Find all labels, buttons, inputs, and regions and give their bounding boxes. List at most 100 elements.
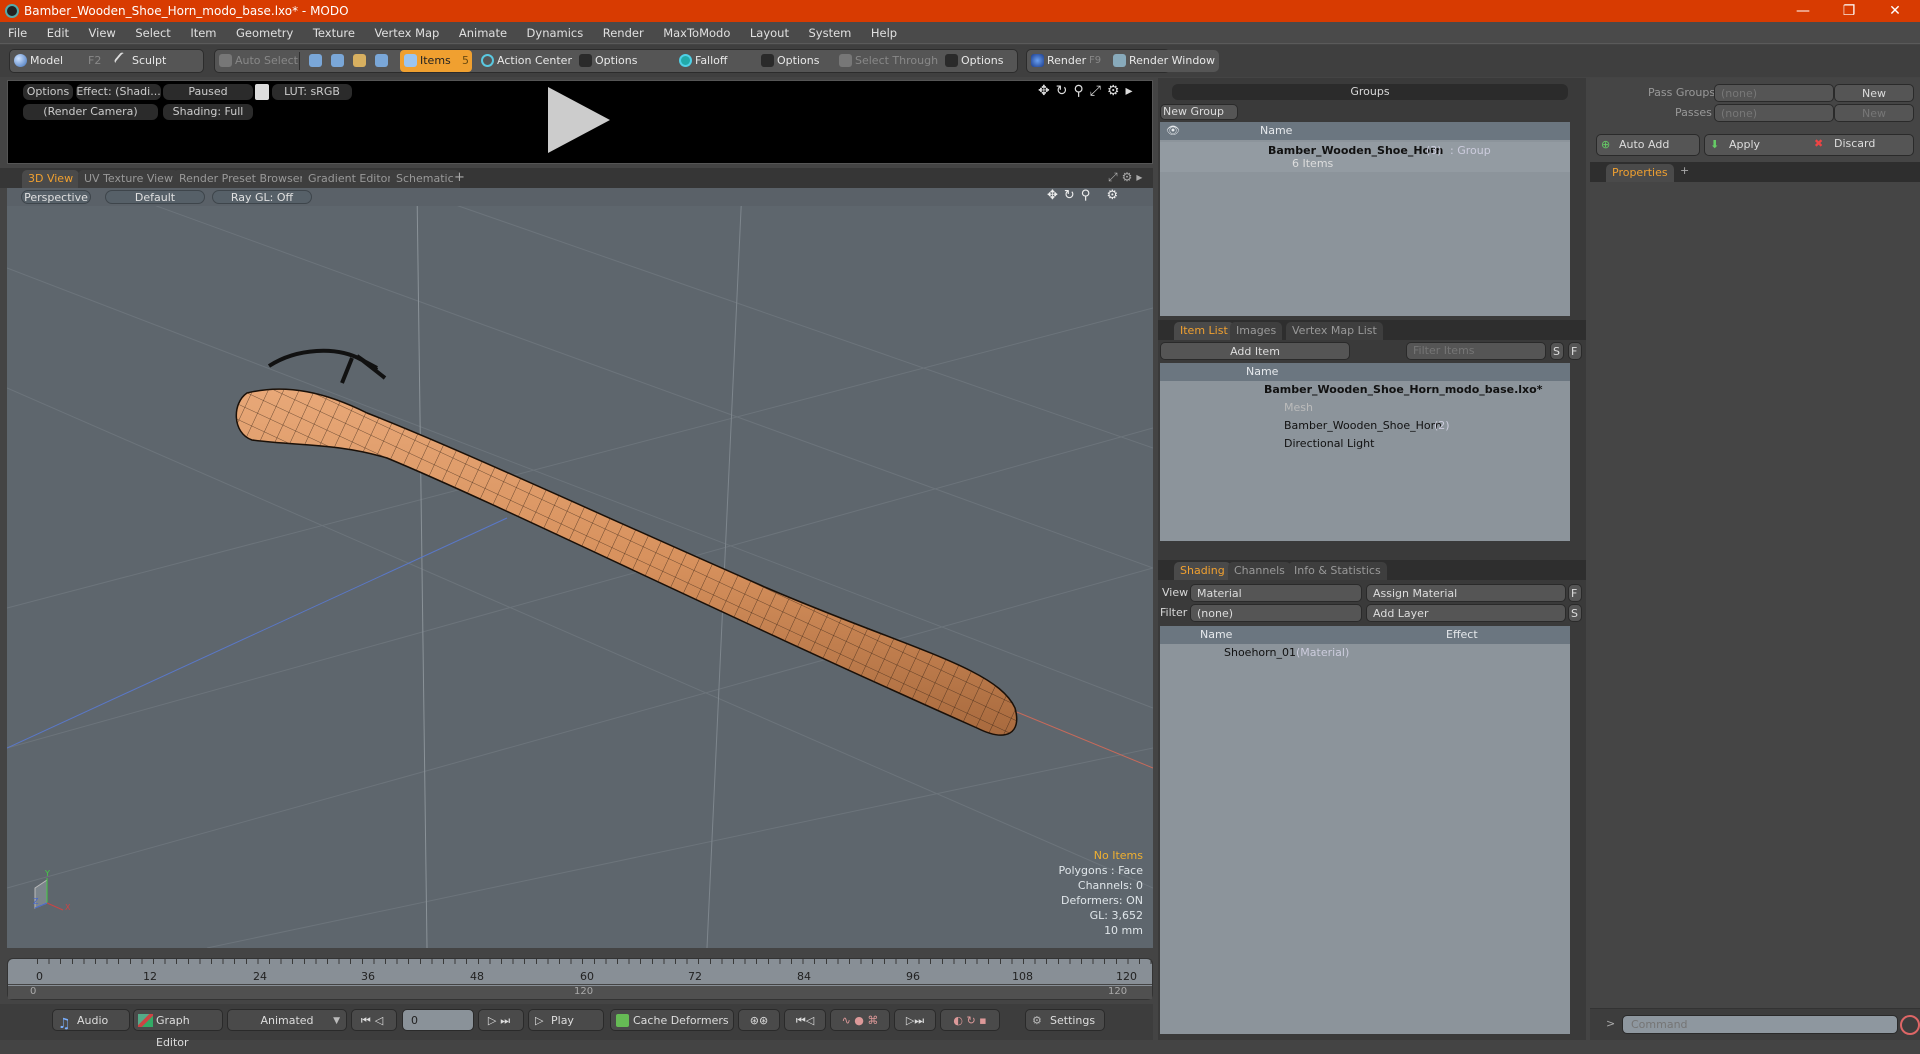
- close-button[interactable]: ✕: [1872, 0, 1918, 22]
- cache-deformers-button[interactable]: Cache Deformers: [610, 1009, 734, 1031]
- restore-button[interactable]: ❐: [1826, 0, 1872, 22]
- shoehorn-mesh[interactable]: [235, 348, 1018, 736]
- falloff-button[interactable]: Falloff: [675, 50, 755, 72]
- next-key-buttons[interactable]: ▷⏭: [478, 1009, 524, 1031]
- paused-toggle[interactable]: Paused: [163, 84, 253, 100]
- new-pass-group-button[interactable]: New: [1834, 84, 1914, 102]
- menu-select[interactable]: Select: [127, 22, 178, 44]
- f-button[interactable]: F: [1568, 342, 1582, 360]
- filter-dropdown[interactable]: (none): [1190, 604, 1362, 622]
- action-center-options-button[interactable]: Options: [575, 50, 663, 72]
- menu-edit[interactable]: Edit: [39, 22, 77, 44]
- tab-uv-texture-view[interactable]: UV Texture View: [78, 170, 179, 188]
- menu-view[interactable]: View: [81, 22, 124, 44]
- frame-input[interactable]: 0: [402, 1009, 474, 1031]
- s-button[interactable]: S: [1550, 342, 1564, 360]
- projection-dropdown[interactable]: Perspective: [21, 190, 91, 204]
- command-input[interactable]: [1622, 1015, 1898, 1034]
- 3d-viewport[interactable]: Y X Z Perspective Default Ray GL: Off ✥↻…: [7, 188, 1153, 948]
- tab-shading[interactable]: Shading: [1174, 562, 1231, 580]
- menu-help[interactable]: Help: [863, 22, 905, 44]
- new-group-button[interactable]: New Group: [1160, 104, 1238, 120]
- viewport-style-dropdown[interactable]: Default: [105, 190, 205, 204]
- select-through-options-button[interactable]: Options: [941, 50, 1017, 72]
- add-tab-icon[interactable]: +: [454, 170, 465, 185]
- tab-schematic[interactable]: Schematic: [390, 170, 460, 188]
- list-item[interactable]: Bamber_Wooden_Shoe_Horn (2): [1160, 417, 1570, 435]
- preview-nav-icons[interactable]: ✥↻⚲⤢⚙▸: [1038, 83, 1139, 99]
- add-layer-dropdown[interactable]: Add Layer: [1366, 604, 1566, 622]
- lut-dropdown[interactable]: LUT: sRGB: [272, 84, 352, 100]
- passes-dropdown[interactable]: (none): [1714, 104, 1834, 122]
- key-prev-buttons[interactable]: ⏮◁: [784, 1009, 826, 1031]
- prev-key-buttons[interactable]: ⏮◁: [351, 1009, 397, 1031]
- raygl-toggle[interactable]: Ray GL: Off: [212, 190, 312, 204]
- s-button[interactable]: S: [1568, 604, 1582, 622]
- menu-animate[interactable]: Animate: [451, 22, 515, 44]
- add-item-dropdown[interactable]: Add Item: [1160, 342, 1350, 360]
- preview-options-button[interactable]: Options: [23, 84, 73, 100]
- record-macro-icon[interactable]: [1900, 1015, 1920, 1035]
- model-button[interactable]: Model F2: [10, 50, 110, 72]
- discard-button[interactable]: ✖ Discard: [1810, 134, 1914, 156]
- list-item[interactable]: Directional Light: [1160, 435, 1570, 453]
- timeline[interactable]: 0 12 24 36 48 60 72 84 96 108 120 0 120 …: [7, 958, 1153, 1000]
- edges-mode-button[interactable]: [327, 50, 349, 72]
- render-button[interactable]: Render F9: [1027, 50, 1101, 72]
- filter-items-input[interactable]: [1406, 342, 1546, 360]
- menu-geometry[interactable]: Geometry: [228, 22, 301, 44]
- tab-properties[interactable]: Properties: [1606, 164, 1674, 182]
- menu-maxtomodo[interactable]: MaxToModo: [655, 22, 738, 44]
- tab-expand-gear-icons[interactable]: ⤢⚙▸: [1108, 170, 1146, 185]
- falloff-options-button[interactable]: Options: [757, 50, 833, 72]
- menu-system[interactable]: System: [800, 22, 859, 44]
- effect-dropdown[interactable]: Effect: (Shadi...: [76, 84, 161, 100]
- list-item[interactable]: Mesh: [1160, 399, 1570, 417]
- menu-layout[interactable]: Layout: [742, 22, 797, 44]
- tab-info-statistics[interactable]: Info & Statistics: [1288, 562, 1387, 580]
- new-pass-button[interactable]: New: [1834, 104, 1914, 122]
- pass-groups-dropdown[interactable]: (none): [1714, 84, 1834, 102]
- polygons-mode-button[interactable]: [349, 50, 371, 72]
- auto-key-buttons[interactable]: ◐ ↻ ▪: [940, 1009, 1000, 1031]
- auto-add-button[interactable]: ⊕ Auto Add: [1596, 134, 1700, 156]
- tab-item-list[interactable]: Item List: [1174, 322, 1234, 340]
- assign-material-button[interactable]: Assign Material: [1366, 584, 1566, 602]
- shader-row[interactable]: Shoehorn_01 (Material): [1160, 644, 1570, 662]
- tab-render-preset-browser[interactable]: Render Preset Browser: [173, 170, 311, 188]
- tab-vertex-map-list[interactable]: Vertex Map List: [1286, 322, 1383, 340]
- minimize-button[interactable]: —: [1780, 0, 1826, 22]
- menu-render[interactable]: Render: [595, 22, 652, 44]
- select-through-button[interactable]: Select Through: [835, 50, 939, 72]
- settings-button[interactable]: ⚙ Settings: [1025, 1009, 1105, 1031]
- animated-dropdown[interactable]: Animated ▼: [227, 1009, 347, 1031]
- tab-images[interactable]: Images: [1230, 322, 1283, 340]
- menu-texture[interactable]: Texture: [305, 22, 363, 44]
- audio-button[interactable]: ♫ Audio: [52, 1009, 130, 1032]
- group-row[interactable]: Bamber_Wooden_Shoe_Horn (3) : Group 6 It…: [1160, 142, 1570, 172]
- key-next-buttons[interactable]: ▷⏭: [894, 1009, 936, 1031]
- view-dropdown[interactable]: Material: [1190, 584, 1362, 602]
- f-button[interactable]: F: [1568, 584, 1582, 602]
- menu-file[interactable]: File: [0, 22, 35, 44]
- sculpt-button[interactable]: Sculpt: [112, 50, 202, 72]
- graph-editor-button[interactable]: Graph Editor: [133, 1009, 223, 1049]
- tab-gradient-editor[interactable]: Gradient Editor: [302, 170, 398, 188]
- menu-dynamics[interactable]: Dynamics: [519, 22, 592, 44]
- camera-dropdown[interactable]: (Render Camera): [23, 104, 158, 120]
- auto-select-button[interactable]: Auto Select: [215, 50, 298, 72]
- unlock-icon[interactable]: [255, 84, 269, 100]
- items-mode-button[interactable]: Items 5: [400, 50, 472, 72]
- record-buttons[interactable]: ∿ ● ⌘: [830, 1009, 890, 1031]
- range-bar[interactable]: 0 120 120: [8, 986, 1152, 999]
- menu-vertex-map[interactable]: Vertex Map: [366, 22, 447, 44]
- key-up-down-buttons[interactable]: ⊛⊛: [738, 1009, 780, 1031]
- play-render-icon[interactable]: [548, 87, 610, 153]
- action-center-button[interactable]: Action Center: [477, 50, 573, 72]
- viewport-nav-icons[interactable]: ✥↻⚲ ⚙: [1047, 188, 1124, 203]
- vertices-mode-button[interactable]: [305, 50, 327, 72]
- render-window-button[interactable]: Render Window: [1109, 50, 1219, 72]
- tab-3d-view[interactable]: 3D View: [22, 170, 80, 188]
- shading-dropdown[interactable]: Shading: Full: [163, 104, 253, 120]
- menu-item[interactable]: Item: [182, 22, 224, 44]
